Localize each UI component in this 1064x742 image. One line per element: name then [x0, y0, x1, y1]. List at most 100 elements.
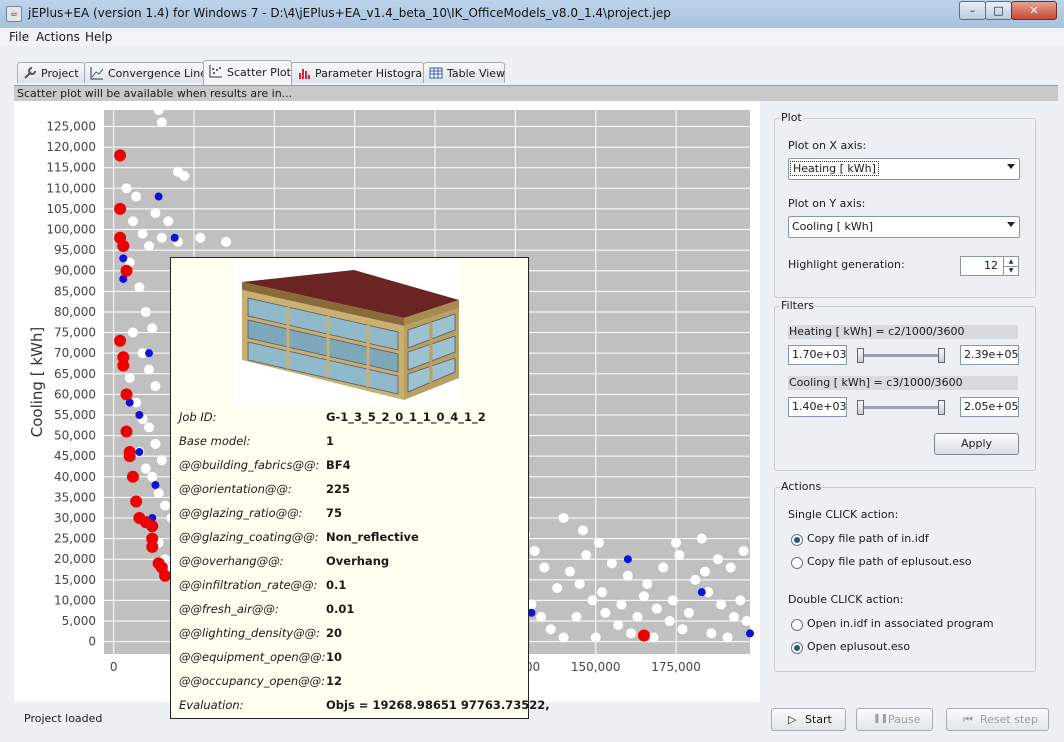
- tab-scatter-plot[interactable]: Scatter Plot: [203, 60, 292, 85]
- data-point: [671, 537, 682, 548]
- cooling-range-slider[interactable]: [857, 400, 945, 415]
- x-tick-label: 175,000: [651, 660, 701, 674]
- menu-file[interactable]: File: [9, 30, 29, 44]
- data-point: [150, 208, 161, 219]
- data-point: [119, 254, 128, 263]
- tab-parameter-histogram[interactable]: Parameter Histogram: [291, 62, 433, 83]
- x-axis-select[interactable]: Heating [ kWh]: [788, 158, 1020, 180]
- tab-project[interactable]: Project: [17, 62, 85, 83]
- maximize-button[interactable]: □: [985, 1, 1012, 20]
- data-point: [577, 525, 588, 536]
- data-point: [616, 599, 627, 610]
- data-point: [539, 562, 550, 573]
- y-tick-label: 125,000: [46, 119, 96, 133]
- data-point: [664, 616, 675, 627]
- data-point: [728, 611, 739, 622]
- minimize-button[interactable]: –: [959, 1, 986, 20]
- tab-table-view[interactable]: Table View: [423, 62, 505, 83]
- y-tick-label: 115,000: [46, 161, 96, 175]
- data-point: [143, 364, 154, 375]
- data-point: [150, 438, 161, 449]
- data-point: [746, 629, 754, 638]
- data-point: [151, 481, 160, 490]
- y-tick-label: 20,000: [54, 552, 96, 566]
- data-point: [130, 495, 143, 508]
- data-point: [574, 578, 585, 589]
- data-point: [143, 241, 154, 251]
- y-tick-label: 10,000: [54, 593, 96, 607]
- data-point: [716, 599, 727, 610]
- radio-copy-eso-path[interactable]: [791, 557, 803, 569]
- menu-help[interactable]: Help: [85, 30, 112, 44]
- radio-copy-idf-path-label[interactable]: Copy file path of in.idf: [807, 532, 929, 545]
- menu-bar: File Actions Help: [0, 28, 1064, 46]
- data-point: [114, 334, 127, 347]
- radio-open-idf[interactable]: [791, 619, 803, 631]
- heating-min-thumb[interactable]: [857, 348, 864, 363]
- data-point: [651, 603, 662, 614]
- data-point: [153, 488, 164, 499]
- y-tick-label: 95,000: [54, 243, 96, 257]
- x-tick-label: 150,000: [571, 660, 621, 674]
- play-icon: ▷: [788, 713, 797, 726]
- data-point: [117, 359, 130, 372]
- pause-button[interactable]: ❚❚ Pause: [856, 708, 933, 731]
- data-point: [137, 228, 148, 239]
- y-tick-label: 65,000: [54, 367, 96, 381]
- data-point: [658, 562, 669, 573]
- data-point: [683, 607, 694, 618]
- close-button[interactable]: ✕: [1011, 1, 1057, 20]
- data-point: [697, 588, 706, 597]
- building-model-image: [234, 260, 462, 406]
- cooling-max-field[interactable]: 2.05e+05: [960, 397, 1019, 417]
- radio-copy-idf-path[interactable]: [791, 534, 803, 546]
- data-point: [706, 628, 717, 639]
- filters-group-title: Filters: [780, 299, 815, 312]
- tab-convergence-lines[interactable]: Convergence Lines: [84, 62, 213, 83]
- data-point: [565, 566, 576, 577]
- y-axis-select[interactable]: Cooling [ kWh]: [788, 216, 1020, 238]
- data-point: [677, 624, 688, 635]
- data-point: [123, 450, 136, 463]
- data-point: [552, 583, 563, 594]
- radio-open-eso[interactable]: [791, 642, 803, 654]
- data-point: [637, 629, 650, 642]
- data-point: [147, 323, 158, 334]
- data-point: [156, 455, 167, 466]
- heating-max-thumb[interactable]: [938, 348, 945, 363]
- y-tick-label: 0: [88, 635, 96, 649]
- data-point: [667, 595, 678, 606]
- heating-max-field[interactable]: 2.39e+05: [960, 345, 1019, 365]
- cooling-min-thumb[interactable]: [857, 400, 864, 415]
- radio-open-idf-label[interactable]: Open in.idf in associated program: [807, 617, 994, 630]
- y-tick-label: 50,000: [54, 429, 96, 443]
- cooling-max-thumb[interactable]: [938, 400, 945, 415]
- y-tick-label: 110,000: [46, 181, 96, 195]
- data-point: [140, 306, 151, 317]
- apply-button[interactable]: Apply: [934, 433, 1019, 455]
- window-title: jEPlus+EA (version 1.4) for Windows 7 - …: [28, 6, 671, 20]
- data-point: [134, 282, 145, 293]
- y-tick-label: 100,000: [46, 223, 96, 237]
- data-point: [590, 632, 601, 643]
- radio-open-eso-label[interactable]: Open eplusout.eso: [807, 640, 910, 653]
- heating-range-slider[interactable]: [857, 348, 945, 363]
- highlight-generation-spinner[interactable]: 12 ▲ ▼: [960, 256, 1019, 276]
- cooling-min-field[interactable]: 1.40e+03: [788, 397, 847, 417]
- menu-actions[interactable]: Actions: [36, 30, 80, 44]
- heating-filter-header: Heating [ kWh] = c2/1000/3600: [788, 325, 1018, 339]
- data-point: [558, 513, 569, 523]
- reset-step-button[interactable]: ⏮ Reset step: [946, 708, 1049, 731]
- wrench-icon: [24, 67, 36, 79]
- radio-copy-eso-path-label[interactable]: Copy file path of eplusout.eso: [807, 555, 972, 568]
- data-point: [536, 611, 547, 622]
- data-point: [700, 566, 711, 577]
- start-button[interactable]: ▷ Start: [771, 708, 846, 731]
- highlight-generation-label: Highlight generation:: [788, 258, 905, 271]
- spin-down-icon[interactable]: ▼: [1003, 266, 1018, 275]
- heating-min-field[interactable]: 1.70e+03: [788, 345, 847, 365]
- right-panel: Plot Plot on X axis: Heating [ kWh] Plot…: [767, 101, 1058, 702]
- pause-icon: ❚❚: [873, 714, 889, 724]
- data-point: [696, 533, 707, 544]
- data-point: [127, 216, 138, 227]
